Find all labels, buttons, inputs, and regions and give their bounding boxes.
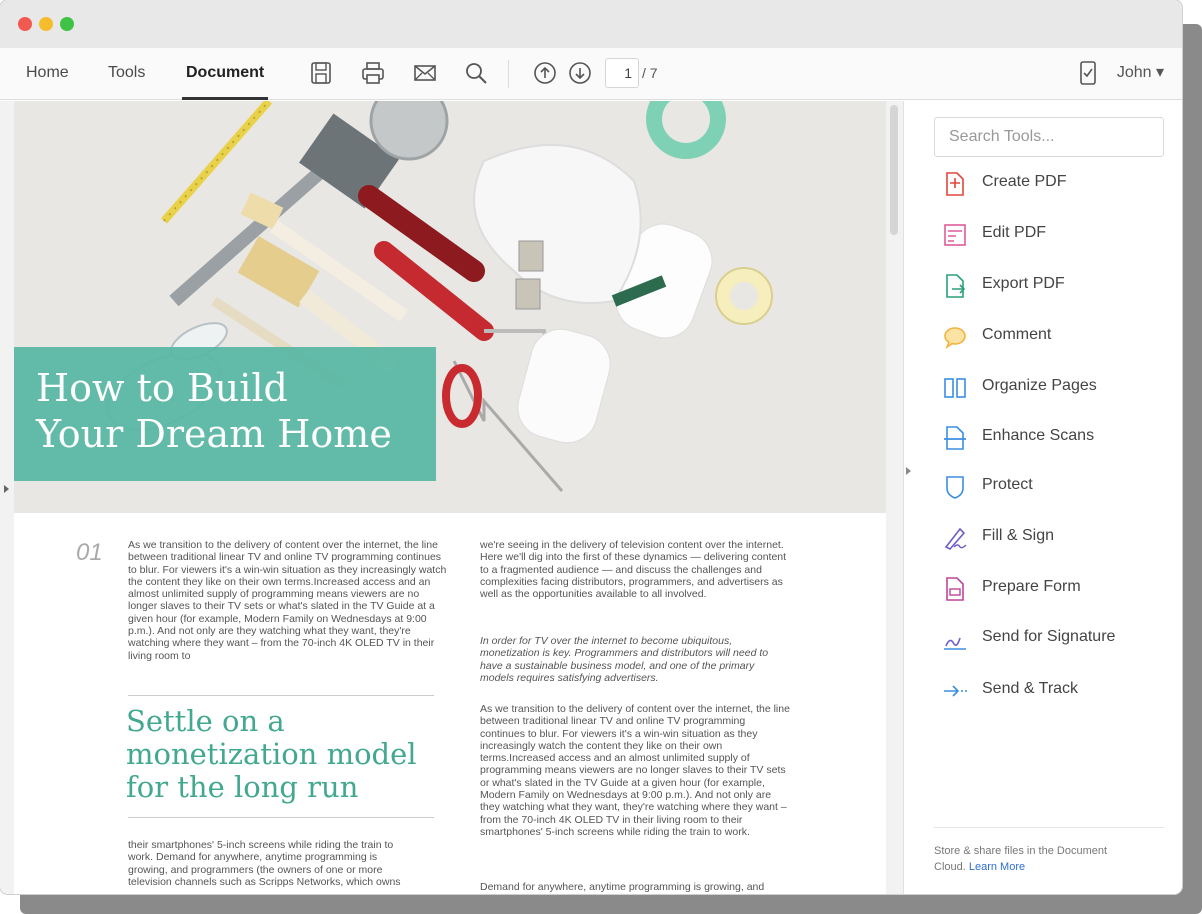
tool-comment[interactable]: Comment xyxy=(942,322,1172,352)
column-1-intro: As we transition to the delivery of cont… xyxy=(128,539,447,662)
email-icon[interactable] xyxy=(412,60,438,86)
tools-sidebar: Search Tools... Create PDF Edit PDF Expo… xyxy=(918,101,1182,894)
section-subheading: Settle on a monetization model for the l… xyxy=(126,704,417,804)
hero-title-box: How to Build Your Dream Home xyxy=(14,347,436,481)
tool-organize-pages[interactable]: Organize Pages xyxy=(942,373,1172,403)
page-number-input[interactable]: 1 xyxy=(605,58,639,88)
close-window-button[interactable] xyxy=(18,17,32,31)
user-menu[interactable]: John ▾ xyxy=(1117,62,1164,82)
export-pdf-icon xyxy=(946,274,966,298)
create-pdf-icon xyxy=(946,172,964,196)
tab-home[interactable]: Home xyxy=(26,48,69,100)
tab-document[interactable]: Document xyxy=(182,48,269,100)
vertical-scrollbar[interactable] xyxy=(890,105,898,235)
fill-sign-icon xyxy=(944,527,967,550)
edit-pdf-icon xyxy=(944,224,966,246)
section-rule-bottom xyxy=(128,817,434,818)
column-1-continued: their smartphones' 5-inch screens while … xyxy=(128,839,401,888)
section-rule-top xyxy=(128,695,434,696)
maximize-window-button[interactable] xyxy=(60,17,74,31)
tool-send-for-signature[interactable]: Send for Signature xyxy=(942,624,1172,654)
tool-edit-pdf[interactable]: Edit PDF xyxy=(942,220,1172,250)
tool-label: Comment xyxy=(982,326,1052,343)
learn-more-link[interactable]: Learn More xyxy=(969,861,1025,873)
tool-protect[interactable]: Protect xyxy=(942,472,1172,502)
organize-pages-icon xyxy=(944,378,966,398)
document-page: How to Build Your Dream Home 01 As we tr… xyxy=(14,101,886,894)
enhance-scans-icon xyxy=(944,426,966,450)
protect-icon xyxy=(946,476,964,499)
print-icon[interactable] xyxy=(360,60,386,86)
tool-create-pdf[interactable]: Create PDF xyxy=(942,169,1172,199)
sidebar-footer-divider xyxy=(934,827,1164,828)
previous-page-icon[interactable] xyxy=(532,60,558,86)
page-total: / 7 xyxy=(642,65,658,81)
mobile-link-icon[interactable] xyxy=(1075,60,1101,86)
tool-export-pdf[interactable]: Export PDF xyxy=(942,271,1172,301)
title-bar xyxy=(0,0,1182,48)
tool-label: Protect xyxy=(982,476,1033,493)
search-icon[interactable] xyxy=(463,60,489,86)
tool-label: Edit PDF xyxy=(982,224,1047,241)
tool-enhance-scans[interactable]: Enhance Scans xyxy=(942,423,1172,453)
minimize-window-button[interactable] xyxy=(39,17,53,31)
column-2-paragraph-4: Demand for anywhere, anytime programming… xyxy=(480,881,765,893)
hero-image: How to Build Your Dream Home xyxy=(14,101,886,513)
tool-send-track[interactable]: Send & Track xyxy=(942,676,1172,706)
toolbar-divider xyxy=(508,60,509,88)
tool-label: Send for Signature xyxy=(982,628,1116,645)
document-cloud-note: Store & share files in the Document Clou… xyxy=(934,843,1134,875)
tool-label: Export PDF xyxy=(982,275,1065,292)
app-window: Home Tools Document 1 / 7 John ▾ How to … xyxy=(0,0,1182,894)
left-panel-toggle-icon[interactable] xyxy=(4,485,9,493)
tab-tools[interactable]: Tools xyxy=(108,48,145,100)
tool-fill-sign[interactable]: Fill & Sign xyxy=(942,523,1172,553)
column-2-paragraph-1: we're seeing in the delivery of televisi… xyxy=(480,539,787,601)
document-viewport[interactable]: How to Build Your Dream Home 01 As we tr… xyxy=(0,101,911,894)
tool-prepare-form[interactable]: Prepare Form xyxy=(942,574,1172,604)
tool-label: Organize Pages xyxy=(982,377,1097,394)
tool-label: Enhance Scans xyxy=(982,427,1095,444)
right-panel-toggle-icon[interactable] xyxy=(906,467,911,475)
hero-title-line-2: Your Dream Home xyxy=(36,412,392,456)
column-2-paragraph-3: As we transition to the delivery of cont… xyxy=(480,703,790,838)
column-2-paragraph-2: In order for TV over the internet to bec… xyxy=(480,635,769,684)
toolbar: Home Tools Document 1 / 7 John ▾ xyxy=(0,48,1182,100)
next-page-icon[interactable] xyxy=(567,60,593,86)
search-tools-input[interactable]: Search Tools... xyxy=(934,117,1164,157)
hero-title-line-1: How to Build xyxy=(36,366,288,410)
hero-title: How to Build Your Dream Home xyxy=(36,365,392,457)
send-track-icon xyxy=(944,685,967,697)
comment-icon xyxy=(944,327,966,350)
tool-label: Create PDF xyxy=(982,173,1067,190)
tool-label: Send & Track xyxy=(982,680,1079,697)
prepare-form-icon xyxy=(946,577,964,601)
tool-label: Prepare Form xyxy=(982,578,1081,595)
save-icon[interactable] xyxy=(308,60,334,86)
section-number: 01 xyxy=(76,539,103,566)
send-signature-icon xyxy=(944,637,966,650)
tool-label: Fill & Sign xyxy=(982,527,1055,544)
